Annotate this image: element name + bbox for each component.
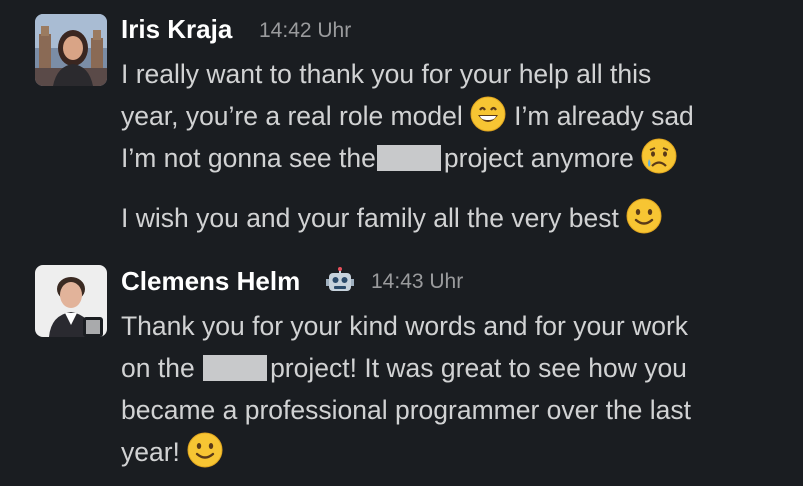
timestamp[interactable]: 14:42 Uhr (259, 16, 351, 46)
avatar[interactable] (35, 14, 107, 86)
slightly-smiling-face-emoji-icon (186, 431, 224, 469)
message-line: I really want to thank you for your help… (121, 59, 652, 89)
author-name[interactable]: Iris Kraja (121, 14, 232, 44)
timestamp[interactable]: 14:43 Uhr (371, 267, 463, 297)
message-body: I really want to thank you for your help… (121, 53, 694, 239)
crying-face-emoji-icon (640, 137, 678, 175)
message-clemens: Clemens Helm 14:43 Uhr Thank you for you… (0, 250, 803, 486)
message-line: year, you’re a real role model I’m alrea… (121, 95, 694, 137)
message-line: year! (121, 431, 691, 473)
message-line: I’m not gonna see the project anymore (121, 137, 694, 179)
message-line: Thank you for your kind words and for yo… (121, 311, 689, 341)
message-line: on the project! It was great to see how … (121, 353, 687, 383)
message-line: became a professional programmer over th… (121, 395, 692, 425)
message-iris: Iris Kraja 14:42 Uhr I really want to th… (0, 0, 803, 250)
message-body: Thank you for your kind words and for yo… (121, 305, 691, 473)
message-line: I wish you and your family all the very … (121, 197, 694, 239)
author-name[interactable]: Clemens Helm (121, 266, 300, 296)
presence-status-indicator (83, 317, 103, 337)
robot-face-emoji-icon (325, 266, 355, 296)
grinning-face-emoji-icon (469, 95, 507, 133)
redacted-text (376, 145, 441, 171)
redacted-text (203, 355, 268, 381)
slightly-smiling-face-emoji-icon (625, 197, 663, 235)
